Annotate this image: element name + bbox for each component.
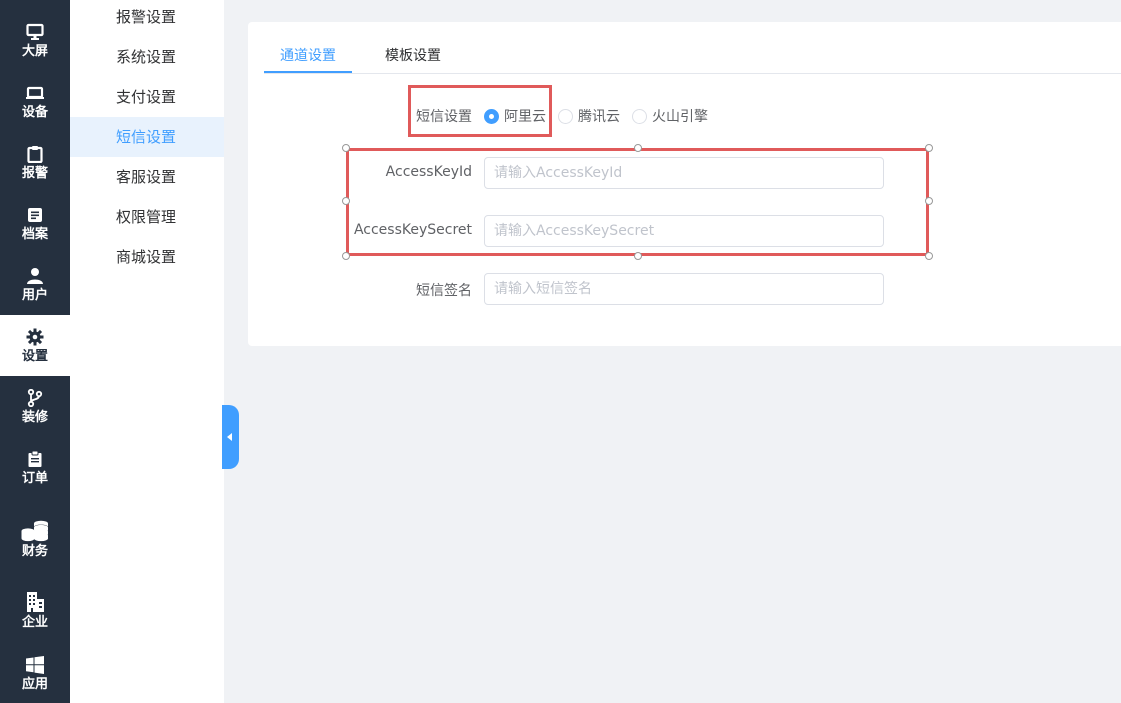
resize-handle[interactable] (342, 144, 350, 152)
coins-icon (21, 520, 49, 542)
nav-item-label: 设置 (21, 348, 48, 364)
resize-handle[interactable] (342, 252, 350, 260)
submenu-item-sms-settings[interactable]: 短信设置 (70, 117, 224, 157)
radio-volcano-engine[interactable]: 火山引擎 (632, 106, 708, 126)
nav-item-label: 报警 (21, 165, 48, 181)
main-nav-rail: 大屏 设备 报警 档案 用户 设置 装修 订单 财务 企业 应用 (0, 0, 70, 703)
nav-item-archive[interactable]: 档案 (0, 193, 70, 254)
resize-handle[interactable] (925, 197, 933, 205)
nav-item-apps[interactable]: 应用 (0, 645, 70, 703)
order-icon (25, 449, 45, 469)
nav-item-enterprise[interactable]: 企业 (0, 576, 70, 646)
resize-handle[interactable] (342, 197, 350, 205)
nav-item-dashboard[interactable]: 大屏 (0, 10, 70, 71)
gear-icon (25, 327, 45, 347)
nav-item-label: 企业 (21, 615, 48, 630)
submenu-item-system-settings[interactable]: 系统设置 (70, 37, 224, 77)
device-icon (25, 83, 45, 103)
nav-item-user[interactable]: 用户 (0, 254, 70, 315)
submenu-item-service-settings[interactable]: 客服设置 (70, 157, 224, 197)
nav-item-label: 设备 (21, 104, 48, 120)
settings-submenu: 报警设置 系统设置 支付设置 短信设置 客服设置 权限管理 商城设置 (70, 0, 224, 703)
windows-icon (25, 655, 45, 675)
resize-handle[interactable] (634, 144, 642, 152)
submenu-item-payment-settings[interactable]: 支付设置 (70, 77, 224, 117)
submenu-item-permission-management[interactable]: 权限管理 (70, 197, 224, 237)
nav-item-label: 财务 (21, 544, 48, 559)
monitor-icon (25, 22, 45, 42)
sms-signature-label: 短信签名 (416, 283, 472, 299)
radio-tencent-cloud[interactable]: 腾讯云 (558, 106, 620, 126)
nav-item-label: 大屏 (21, 43, 48, 59)
tab-template-settings[interactable]: 模板设置 (385, 22, 441, 74)
annotation-highlight-keys (346, 148, 929, 256)
nav-item-label: 装修 (21, 409, 48, 425)
nav-item-label: 档案 (21, 226, 48, 242)
branch-icon (25, 388, 45, 408)
resize-handle[interactable] (634, 252, 642, 260)
document-icon (25, 205, 45, 225)
settings-tabs: 通道设置 模板设置 (264, 22, 1121, 74)
sidebar-collapse-button[interactable] (222, 405, 239, 469)
submenu-item-alarm-settings[interactable]: 报警设置 (70, 0, 224, 37)
user-icon (25, 266, 45, 286)
tab-channel-settings[interactable]: 通道设置 (280, 22, 336, 74)
nav-item-label: 订单 (21, 470, 48, 486)
radio-label: 腾讯云 (578, 109, 620, 125)
radio-indicator (558, 108, 573, 124)
nav-item-decoration[interactable]: 装修 (0, 376, 70, 437)
radio-indicator (632, 108, 647, 124)
nav-item-label: 应用 (21, 677, 48, 692)
clipboard-icon (25, 144, 45, 164)
nav-item-order[interactable]: 订单 (0, 437, 70, 498)
caret-left-icon (227, 433, 232, 441)
nav-item-alarm[interactable]: 报警 (0, 132, 70, 193)
nav-item-finance[interactable]: 财务 (0, 505, 70, 575)
nav-item-device[interactable]: 设备 (0, 71, 70, 132)
nav-item-label: 用户 (21, 287, 48, 303)
resize-handle[interactable] (925, 252, 933, 260)
sms-signature-input[interactable] (484, 273, 884, 305)
radio-label: 火山引擎 (652, 109, 708, 125)
annotation-highlight-provider (408, 85, 552, 137)
submenu-item-mall-settings[interactable]: 商城设置 (70, 237, 224, 277)
resize-handle[interactable] (925, 144, 933, 152)
active-tab-indicator (264, 71, 352, 73)
building-icon (25, 591, 45, 613)
nav-item-settings[interactable]: 设置 (0, 315, 70, 376)
